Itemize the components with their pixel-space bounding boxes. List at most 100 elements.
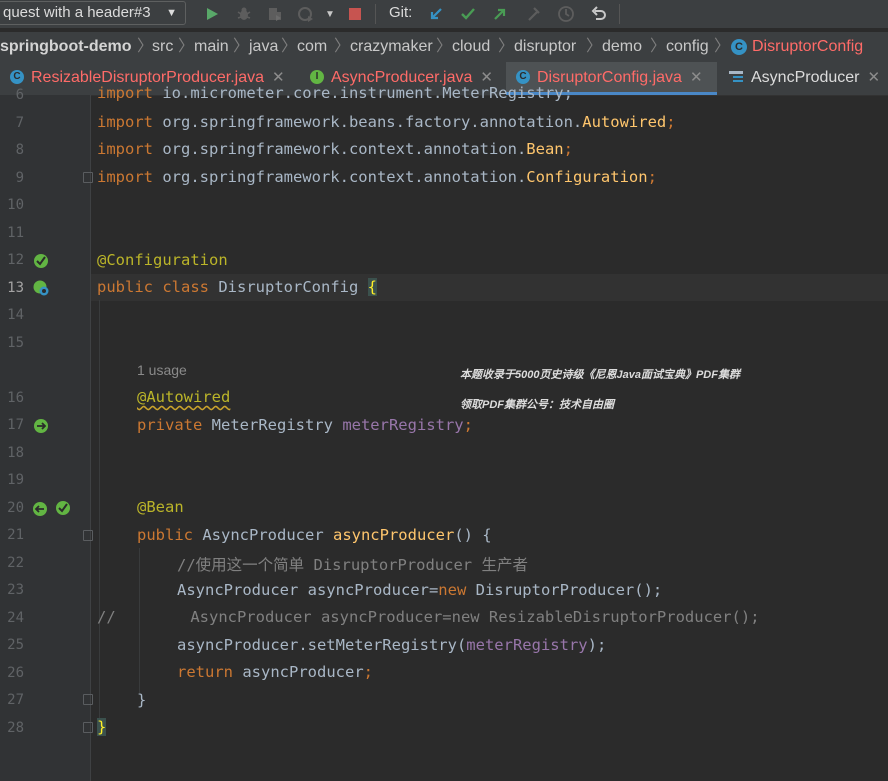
line-number: 12 xyxy=(7,252,24,268)
code-line-12[interactable]: @Configuration xyxy=(97,251,228,269)
code-line-9[interactable]: import org.springframework.context.annot… xyxy=(97,168,657,186)
line-number: 20 xyxy=(7,500,24,516)
more-run-options-icon[interactable]: ▼ xyxy=(320,4,340,24)
code-line-8[interactable]: import org.springframework.context.annot… xyxy=(97,140,573,158)
line-number: 28 xyxy=(7,720,24,736)
tab-label: AsyncProducer xyxy=(751,69,860,86)
watermark-text: 领取PDF集群公号：技术自由圈 xyxy=(460,399,614,411)
fold-marker-icon[interactable] xyxy=(83,722,93,733)
line-number: 16 xyxy=(7,390,24,406)
bean-usages-icon[interactable] xyxy=(31,500,49,518)
run-configuration-label: quest with a header#3 xyxy=(3,4,151,21)
line-number: 14 xyxy=(7,307,24,323)
main-toolbar: quest with a header#3 ▼ ▼ Git: xyxy=(0,0,888,28)
run-configuration-select[interactable]: quest with a header#3 ▼ xyxy=(0,1,186,25)
usage-hint[interactable]: 1 usage xyxy=(137,362,187,378)
rollback-icon[interactable] xyxy=(589,4,609,24)
line-number: 8 xyxy=(15,142,24,158)
line-number: 10 xyxy=(7,197,24,213)
breadcrumb-item[interactable]: java xyxy=(249,32,278,62)
indent-guide xyxy=(99,300,100,720)
spring-config-icon[interactable] xyxy=(32,279,50,297)
autowired-navigate-icon[interactable] xyxy=(32,417,50,435)
breadcrumb-item[interactable]: main xyxy=(194,32,229,62)
code-line-28[interactable]: } xyxy=(97,718,107,736)
spring-bean-icon[interactable] xyxy=(32,252,50,270)
code-line-27[interactable]: } xyxy=(137,691,146,709)
breadcrumb-item-current[interactable]: DisruptorConfig xyxy=(752,32,863,62)
code-line-23[interactable]: AsyncProducer asyncProducer=new Disrupto… xyxy=(177,581,662,599)
spring-bean-icon[interactable] xyxy=(54,499,72,517)
line-number: 15 xyxy=(7,335,24,351)
code-line-24[interactable]: // AsyncProducer asyncProducer=new Resiz… xyxy=(97,608,760,626)
line-number: 11 xyxy=(7,225,24,241)
breadcrumb-item[interactable]: crazymaker xyxy=(350,32,433,62)
breadcrumb-item[interactable]: cloud xyxy=(452,32,490,62)
line-number: 7 xyxy=(15,115,24,131)
close-icon[interactable]: ✕ xyxy=(868,69,881,86)
line-number: 26 xyxy=(7,665,24,681)
breadcrumb-item[interactable]: config xyxy=(666,32,709,62)
chevron-down-icon: ▼ xyxy=(166,7,177,19)
toolbar-separator xyxy=(619,4,620,24)
tab-async-producer-structure[interactable]: AsyncProducer ✕ xyxy=(718,62,888,95)
code-line-7[interactable]: import org.springframework.beans.factory… xyxy=(97,113,676,131)
run-icon[interactable] xyxy=(202,4,222,24)
line-number: 21 xyxy=(7,527,24,543)
fold-marker-icon[interactable] xyxy=(83,530,93,541)
code-line-20[interactable]: @Bean xyxy=(137,498,184,516)
chevron-right-icon: 〉 xyxy=(281,38,298,55)
chevron-right-icon: 〉 xyxy=(334,38,351,55)
fold-marker-icon[interactable] xyxy=(83,172,93,183)
git-label: Git: xyxy=(389,4,413,21)
line-number: 13 xyxy=(7,280,24,296)
stop-icon[interactable] xyxy=(345,4,365,24)
breadcrumb-item-project[interactable]: springboot-demo xyxy=(0,32,132,62)
git-commit-icon[interactable] xyxy=(458,4,478,24)
git-update-icon[interactable] xyxy=(426,4,446,24)
code-line-16[interactable]: @Autowired xyxy=(137,388,230,406)
gutter-divider xyxy=(90,95,91,781)
line-number: 19 xyxy=(7,472,24,488)
chevron-right-icon: 〉 xyxy=(586,38,603,55)
class-icon: C xyxy=(516,69,530,84)
breadcrumb: springboot-demo 〉 src 〉 main 〉 java 〉 co… xyxy=(0,32,888,62)
chevron-right-icon: 〉 xyxy=(233,38,250,55)
code-line-26[interactable]: return asyncProducer; xyxy=(177,663,373,681)
code-line-17[interactable]: private MeterRegistry meterRegistry; xyxy=(137,416,473,434)
breadcrumb-item[interactable]: disruptor xyxy=(514,32,576,62)
line-number: 27 xyxy=(7,692,24,708)
coverage-icon[interactable] xyxy=(265,4,285,24)
line-number: 18 xyxy=(7,445,24,461)
line-number: 17 xyxy=(7,417,24,433)
line-number: 6 xyxy=(15,87,24,103)
git-push-icon[interactable] xyxy=(490,4,510,24)
code-line-22[interactable]: //使用这一个简单 DisruptorProducer 生产者 xyxy=(177,553,528,575)
toolbar-separator xyxy=(375,4,376,24)
line-number: 23 xyxy=(7,582,24,598)
breadcrumb-item[interactable]: demo xyxy=(602,32,642,62)
line-number: 25 xyxy=(7,637,24,653)
chevron-right-icon: 〉 xyxy=(436,38,453,55)
line-number: 22 xyxy=(7,555,24,571)
interface-icon: I xyxy=(310,69,324,84)
code-line-13[interactable]: public class DisruptorConfig { xyxy=(97,278,377,296)
chevron-right-icon: 〉 xyxy=(178,38,195,55)
fold-marker-icon[interactable] xyxy=(83,694,93,705)
chevron-right-icon: 〉 xyxy=(650,38,667,55)
code-line-21[interactable]: public AsyncProducer asyncProducer() { xyxy=(137,526,492,544)
line-number: 24 xyxy=(7,610,24,626)
breadcrumb-item[interactable]: src xyxy=(152,32,173,62)
debug-icon[interactable] xyxy=(234,4,254,24)
history-icon[interactable] xyxy=(556,4,576,24)
chevron-right-icon: 〉 xyxy=(498,38,515,55)
structure-icon xyxy=(729,70,743,82)
breadcrumb-item[interactable]: com xyxy=(297,32,327,62)
close-icon[interactable]: ✕ xyxy=(690,69,703,86)
chevron-right-icon: 〉 xyxy=(714,38,731,55)
git-merge-icon[interactable] xyxy=(523,4,543,24)
profile-icon[interactable] xyxy=(296,4,316,24)
code-line-6[interactable]: import io.micrometer.core.instrument.Met… xyxy=(97,84,573,102)
chevron-right-icon: 〉 xyxy=(137,38,154,55)
code-line-25[interactable]: asyncProducer.setMeterRegistry(meterRegi… xyxy=(177,636,606,654)
